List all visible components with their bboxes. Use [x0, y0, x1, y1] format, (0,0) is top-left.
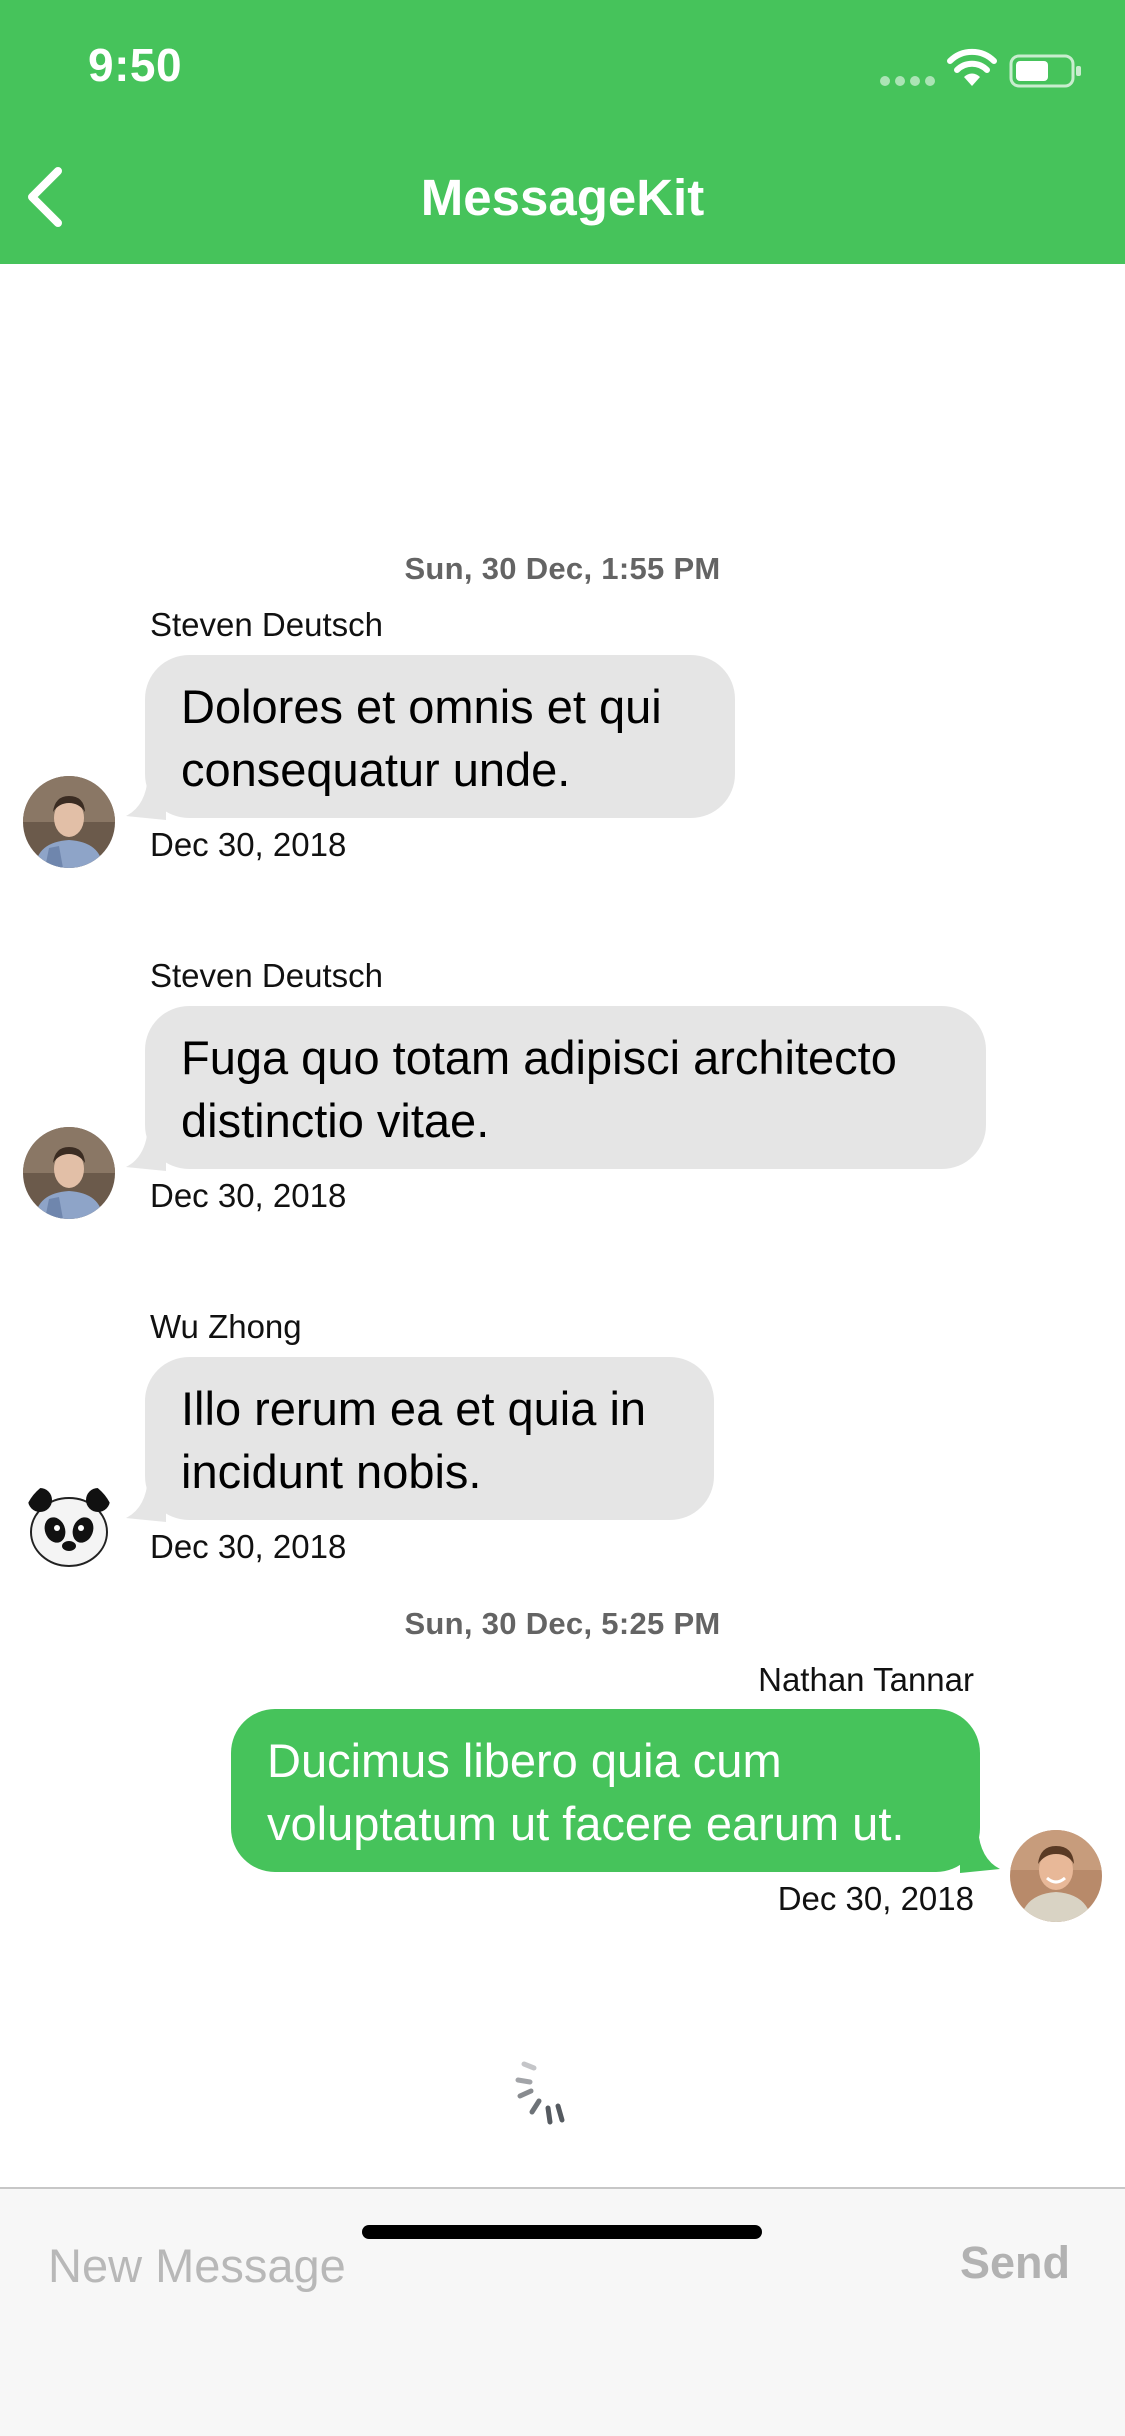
message-text-line: Ducimus libero quia cum — [267, 1734, 782, 1787]
message-bubble[interactable]: Illo rerum ea et quia in incidunt nobis. — [145, 1357, 714, 1520]
send-button[interactable]: Send — [920, 2237, 1070, 2289]
avatar[interactable] — [23, 1478, 115, 1570]
message-date: Dec 30, 2018 — [777, 1880, 974, 1917]
message-sender: Steven Deutsch — [150, 606, 383, 643]
avatar[interactable] — [1010, 1830, 1102, 1922]
date-separator: Sun, 30 Dec, 5:25 PM — [404, 1606, 721, 1641]
avatar[interactable] — [23, 1127, 115, 1219]
message-sender: Wu Zhong — [150, 1308, 302, 1345]
battery-icon — [1009, 54, 1081, 88]
home-indicator[interactable] — [362, 2225, 762, 2239]
wifi-icon — [947, 48, 997, 86]
message-date: Dec 30, 2018 — [150, 1177, 347, 1214]
navigation-bar: 9:50 MessageKit — [0, 0, 1125, 264]
message-date: Dec 30, 2018 — [150, 826, 347, 863]
message-text-line: consequatur unde. — [181, 743, 571, 796]
avatar[interactable] — [23, 776, 115, 868]
message-text-line: distinctio vitae. — [181, 1094, 490, 1147]
message-text-line: Illo rerum ea et quia in — [181, 1382, 647, 1435]
message-sender: Steven Deutsch — [150, 957, 383, 994]
message-bubble[interactable]: Fuga quo totam adipisci architecto disti… — [145, 1006, 986, 1169]
message-date: Dec 30, 2018 — [150, 1528, 347, 1565]
page-title: MessageKit — [420, 169, 705, 226]
message-text-line: incidunt nobis. — [181, 1445, 482, 1498]
status-time: 9:50 — [88, 39, 183, 91]
message-sender: Nathan Tannar — [758, 1661, 974, 1698]
loading-spinner-icon — [515, 2061, 565, 2125]
message-text-line: voluptatum ut facere earum ut. — [267, 1797, 905, 1850]
cellular-signal-icon — [880, 76, 936, 86]
message-bubble[interactable]: Dolores et omnis et qui consequatur unde… — [145, 655, 735, 818]
message-bubble[interactable]: Ducimus libero quia cum voluptatum ut fa… — [231, 1709, 980, 1872]
message-text-line: Fuga quo totam adipisci architecto — [181, 1031, 897, 1084]
message-text-line: Dolores et omnis et qui — [181, 680, 662, 733]
date-separator: Sun, 30 Dec, 1:55 PM — [404, 551, 721, 586]
